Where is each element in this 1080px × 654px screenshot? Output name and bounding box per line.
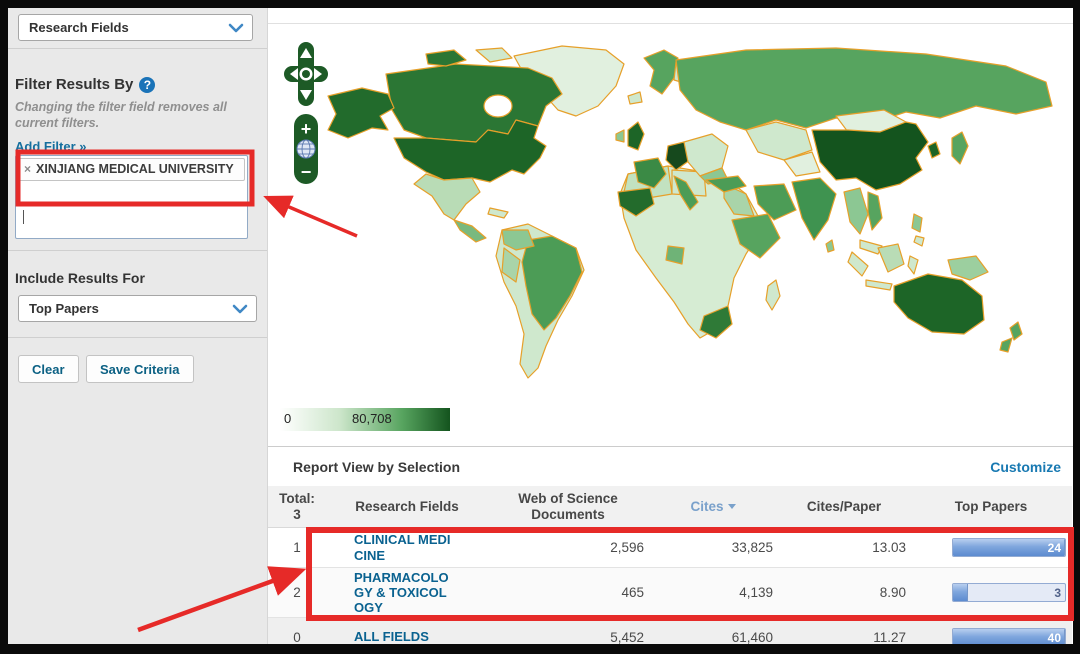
main-panel: + − 0 80,708 Report View by Selecti — [268, 8, 1073, 644]
text-caret — [23, 210, 24, 224]
top-papers-value: 40 — [1048, 631, 1061, 645]
field-link[interactable]: CLINICAL MEDICINE — [354, 532, 452, 563]
table-header-row: Total:3 Research Fields Web of Science D… — [268, 486, 1072, 528]
filter-tag: × XINJIANG MEDICAL UNIVERSITY — [18, 158, 245, 181]
header-research-fields: Research Fields — [326, 486, 488, 527]
cites-value: 33,825 — [732, 540, 773, 555]
world-map-svg — [276, 34, 1068, 400]
pan-control[interactable] — [284, 42, 328, 106]
zoom-in-icon[interactable]: + — [301, 119, 312, 139]
header-documents: Web of Science Documents — [488, 486, 648, 527]
research-fields-dropdown-value: Research Fields — [29, 20, 129, 35]
header-total: Total:3 — [268, 486, 326, 527]
top-papers-bar: 40 — [952, 628, 1066, 645]
row-rank: 1 — [293, 540, 301, 555]
include-results-dropdown-value: Top Papers — [29, 301, 99, 316]
top-papers-value: 3 — [1054, 586, 1061, 600]
include-results-heading: Include Results For — [15, 270, 145, 286]
header-cites[interactable]: Cites — [648, 486, 778, 527]
chevron-down-icon — [232, 304, 248, 314]
table-row: 1 CLINICAL MEDICINE 2,596 33,825 13.03 2… — [268, 528, 1072, 568]
filter-sidebar: Research Fields Filter Results By ? Chan… — [8, 8, 268, 644]
row-rank: 0 — [293, 630, 301, 645]
filter-note: Changing the filter field removes all cu… — [15, 100, 259, 131]
include-results-dropdown[interactable]: Top Papers — [18, 295, 257, 322]
panel-divider — [268, 23, 1073, 24]
sidebar-divider — [8, 250, 267, 251]
sidebar-divider — [8, 337, 267, 338]
table-row: 2 PHARMACOLOGY & TOXICOLOGY 465 4,139 8.… — [268, 568, 1072, 618]
app-window: Research Fields Filter Results By ? Chan… — [8, 8, 1073, 644]
sort-desc-icon — [728, 504, 736, 509]
header-cites-per-paper: Cites/Paper — [778, 486, 910, 527]
filter-input-box[interactable]: × XINJIANG MEDICAL UNIVERSITY — [15, 155, 248, 239]
legend-min-label: 0 — [284, 411, 291, 426]
documents-value: 2,596 — [610, 540, 644, 555]
map-legend: 0 80,708 — [280, 408, 450, 431]
top-papers-bar: 3 — [952, 583, 1066, 602]
chevron-down-icon — [228, 23, 244, 33]
cites-per-paper-value: 8.90 — [880, 585, 906, 600]
zoom-out-icon[interactable]: − — [301, 162, 312, 182]
help-icon[interactable]: ? — [139, 77, 155, 93]
world-map[interactable] — [276, 34, 1068, 400]
clear-button[interactable]: Clear — [18, 355, 79, 383]
field-link[interactable]: ALL FIELDS — [354, 629, 464, 644]
documents-value: 5,452 — [610, 630, 644, 645]
documents-value: 465 — [621, 585, 644, 600]
screenshot-frame: Research Fields Filter Results By ? Chan… — [0, 0, 1080, 654]
filter-results-heading-text: Filter Results By — [15, 76, 133, 93]
remove-filter-icon[interactable]: × — [24, 162, 31, 177]
legend-max-label: 80,708 — [352, 411, 392, 426]
field-link[interactable]: PHARMACOLOGY & TOXICOLOGY — [354, 570, 452, 616]
table-row: 0 ALL FIELDS 5,452 61,460 11.27 40 — [268, 618, 1072, 644]
top-papers-value: 24 — [1048, 541, 1061, 555]
map-controls: + − — [282, 38, 330, 195]
research-fields-dropdown[interactable]: Research Fields — [18, 14, 253, 41]
filter-results-heading: Filter Results By ? — [15, 76, 155, 93]
results-table: Total:3 Research Fields Web of Science D… — [268, 486, 1072, 644]
include-results-heading-text: Include Results For — [15, 270, 145, 286]
header-top-papers: Top Papers — [910, 486, 1072, 527]
save-criteria-button[interactable]: Save Criteria — [86, 355, 194, 383]
filter-tag-label: XINJIANG MEDICAL UNIVERSITY — [36, 162, 234, 177]
sidebar-divider — [8, 48, 267, 49]
cites-value: 4,139 — [739, 585, 773, 600]
customize-link[interactable]: Customize — [990, 459, 1061, 475]
cites-per-paper-value: 13.03 — [872, 540, 906, 555]
report-title: Report View by Selection — [293, 459, 460, 475]
zoom-control[interactable]: + − — [294, 114, 318, 184]
top-papers-bar: 24 — [952, 538, 1066, 557]
cites-value: 61,460 — [732, 630, 773, 645]
cites-per-paper-value: 11.27 — [873, 630, 906, 645]
row-rank: 2 — [293, 585, 301, 600]
add-filter-link[interactable]: Add Filter » — [15, 139, 87, 154]
report-header-bar: Report View by Selection Customize — [268, 446, 1073, 486]
